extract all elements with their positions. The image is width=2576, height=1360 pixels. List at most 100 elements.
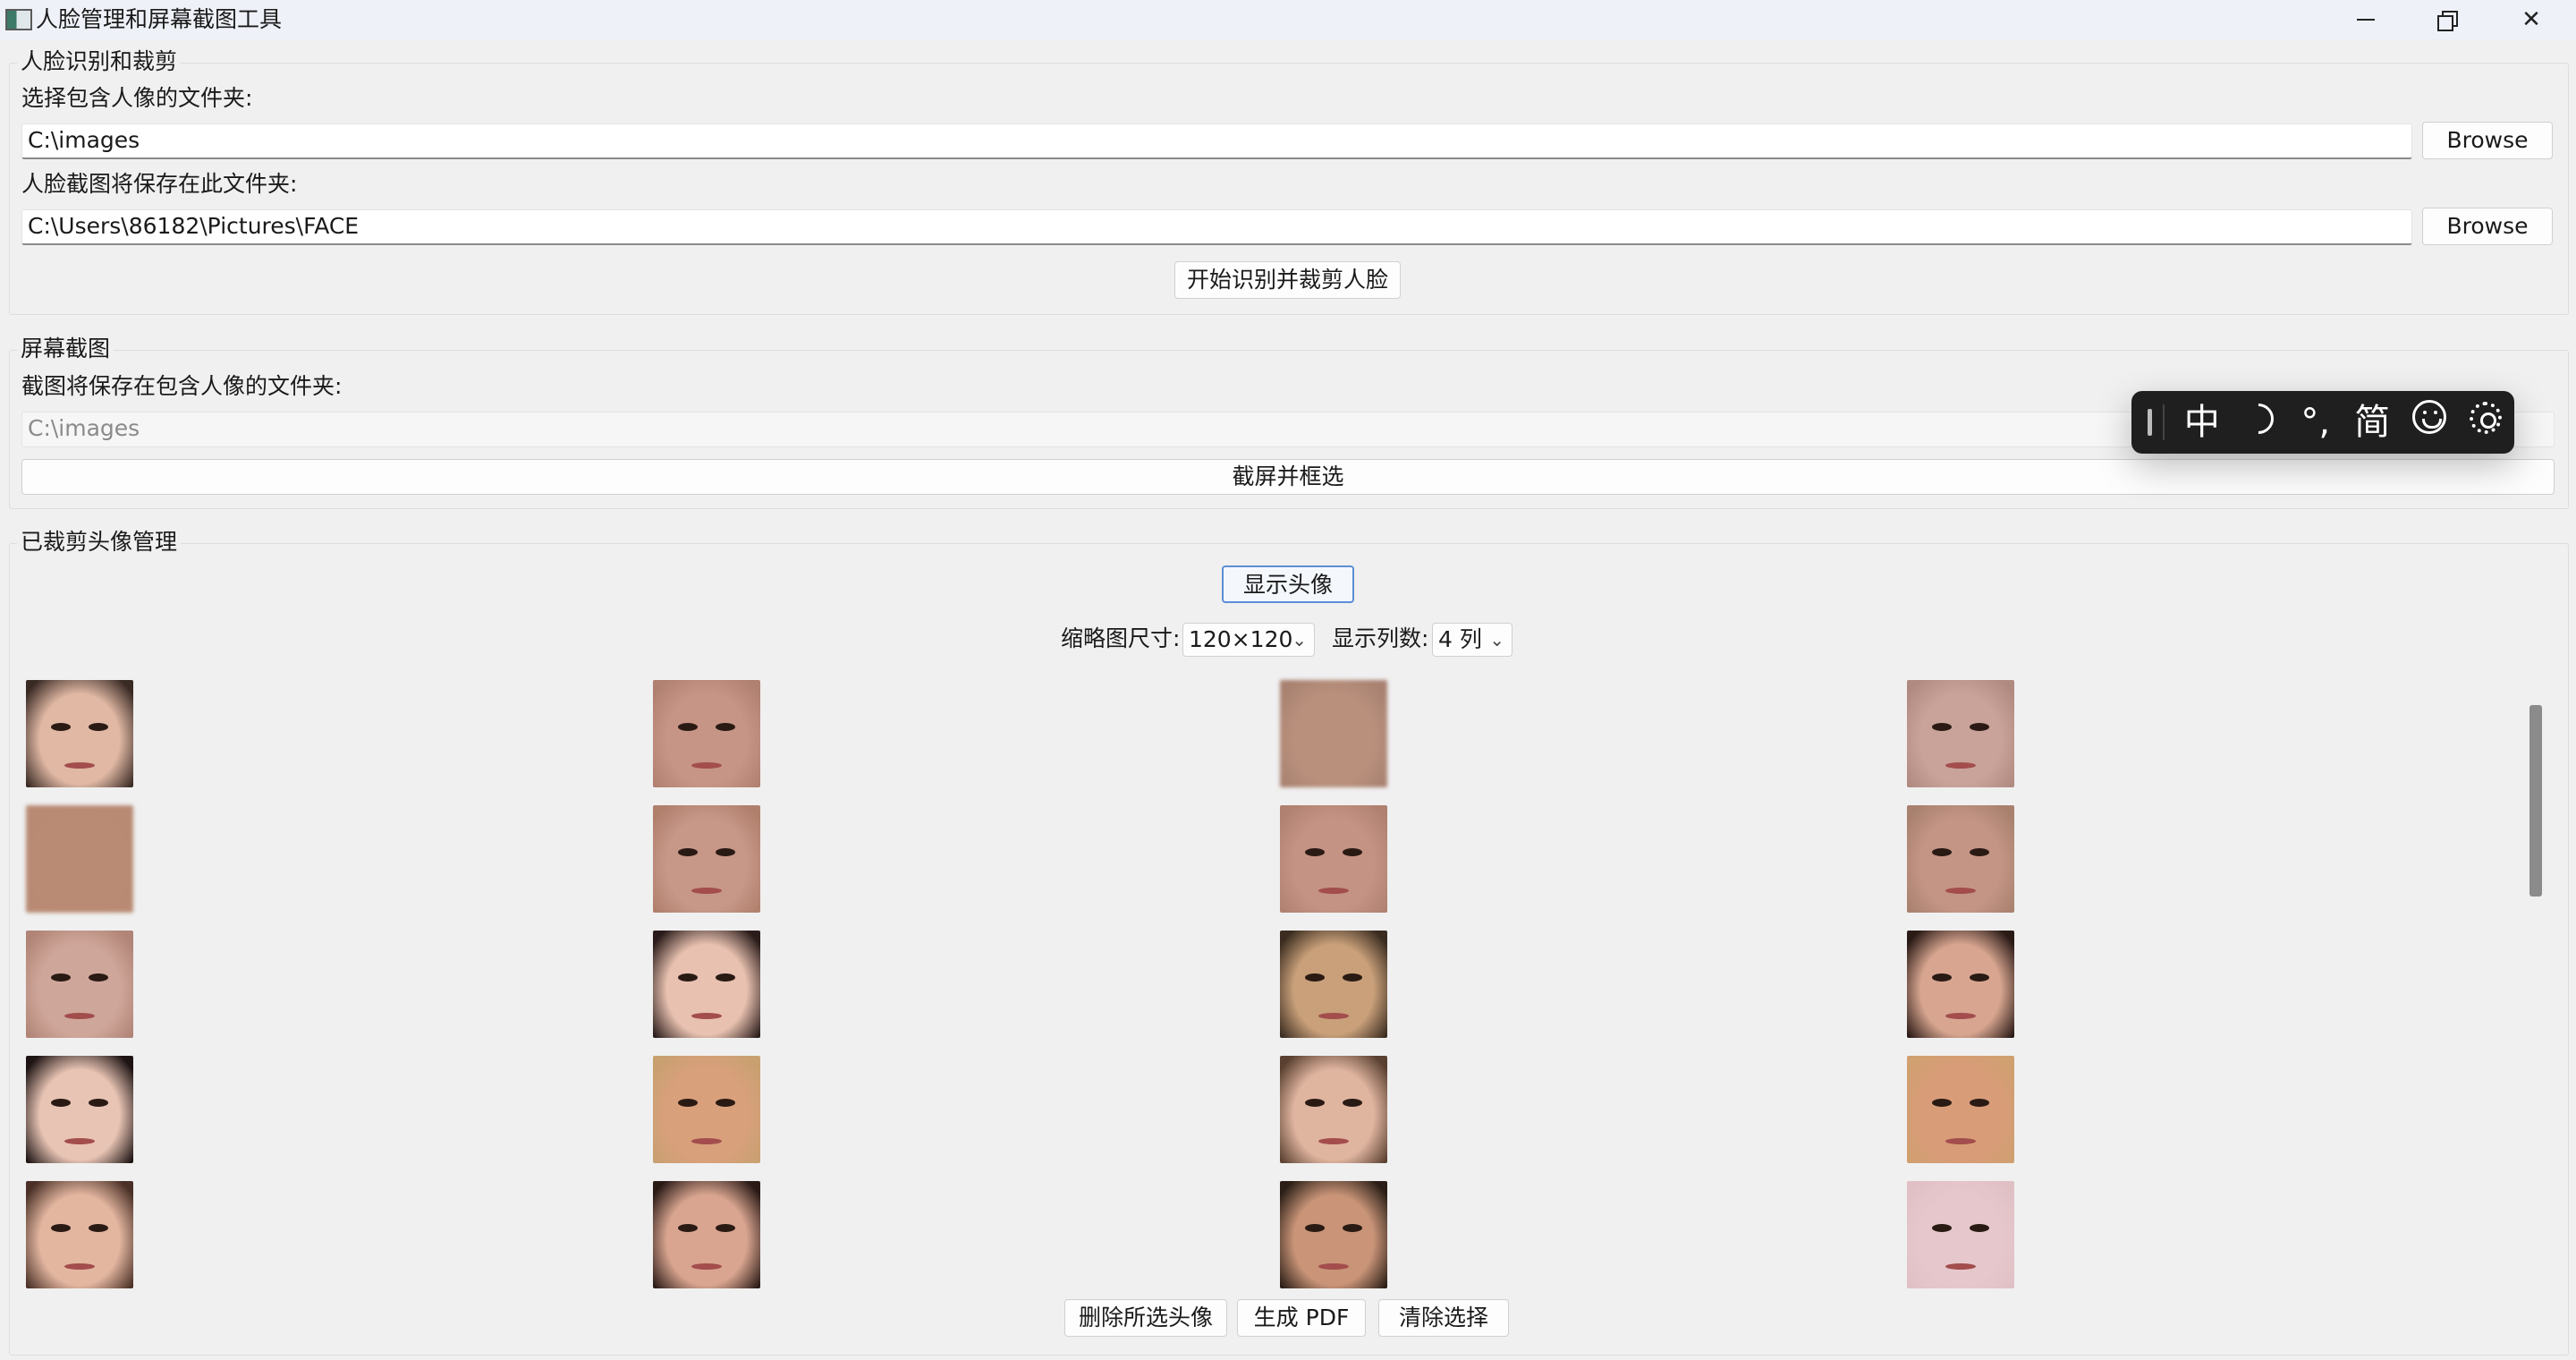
generate-pdf-button[interactable]: 生成 PDF — [1237, 1299, 1366, 1337]
eye-mark — [1970, 848, 1989, 856]
thumb-size-value: 120×120 — [1189, 626, 1293, 652]
avatar-thumbnail[interactable] — [1280, 1056, 1387, 1163]
eye-mark — [716, 1099, 735, 1107]
eye-mark — [678, 848, 698, 856]
eye-mark — [716, 973, 735, 982]
eye-mark — [1305, 1099, 1325, 1107]
eye-mark — [89, 973, 108, 982]
dest-folder-label: 人脸截图将保存在此文件夹: — [21, 171, 298, 197]
eye-mark — [51, 1224, 71, 1232]
source-folder-label: 选择包含人像的文件夹: — [21, 85, 253, 111]
settings-button[interactable] — [2458, 400, 2515, 445]
avatar-thumbnail[interactable] — [1907, 1056, 2014, 1163]
title-bar: 人脸管理和屏幕截图工具 ✕ — [0, 0, 2576, 39]
avatar-thumbnail[interactable] — [1280, 805, 1387, 913]
avatar-thumbnail[interactable] — [26, 931, 133, 1038]
mouth-mark — [1945, 888, 1976, 894]
mouth-mark — [64, 1013, 95, 1019]
mouth-mark — [691, 762, 722, 769]
mouth-mark — [64, 762, 95, 769]
script-toggle[interactable]: 简 — [2344, 400, 2402, 445]
emoji-icon — [2411, 400, 2446, 434]
eye-mark — [678, 973, 698, 982]
avatar-thumbnail[interactable] — [1907, 1181, 2014, 1288]
mouth-mark — [1318, 888, 1349, 894]
avatar-thumbnail[interactable] — [26, 1056, 133, 1163]
eye-mark — [1970, 723, 1989, 731]
avatar-thumbnail[interactable] — [653, 805, 760, 913]
avatar-thumbnail[interactable] — [653, 680, 760, 787]
avatar-thumbnail[interactable] — [653, 1056, 760, 1163]
avatar-thumbnail[interactable] — [26, 1181, 133, 1288]
chevron-down-icon: ⌄ — [1489, 629, 1504, 650]
manager-group-title: 已裁剪头像管理 — [17, 528, 182, 557]
screenshot-group-title: 屏幕截图 — [17, 335, 114, 363]
eye-mark — [1932, 1224, 1952, 1232]
eye-mark — [678, 723, 698, 731]
eye-mark — [1932, 848, 1952, 856]
close-icon: ✕ — [2521, 6, 2541, 33]
ime-mode-toggle[interactable]: 中 — [2174, 400, 2231, 445]
eye-mark — [1305, 848, 1325, 856]
restore-button[interactable] — [2406, 0, 2487, 39]
mouth-mark — [1318, 1263, 1349, 1270]
avatar-thumbnail[interactable] — [1280, 1181, 1387, 1288]
restore-icon — [2437, 11, 2458, 31]
delete-selected-button[interactable]: 删除所选头像 — [1064, 1299, 1227, 1337]
toolbar-divider — [2162, 404, 2165, 440]
emoji-button[interactable] — [2401, 400, 2458, 445]
eye-mark — [89, 1099, 108, 1107]
eye-mark — [716, 848, 735, 856]
eye-mark — [89, 1224, 108, 1232]
eye-mark — [716, 1224, 735, 1232]
avatar-thumbnail[interactable] — [1280, 680, 1387, 787]
eye-mark — [1932, 973, 1952, 982]
avatar-thumbnail[interactable] — [1907, 931, 2014, 1038]
eye-mark — [1305, 973, 1325, 982]
app-icon — [5, 9, 32, 30]
mouth-mark — [691, 1263, 722, 1270]
avatar-thumbnail[interactable] — [1280, 931, 1387, 1038]
avatar-thumbnail[interactable] — [26, 680, 133, 787]
start-crop-button[interactable]: 开始识别并裁剪人脸 — [1174, 261, 1401, 299]
eye-mark — [1343, 848, 1362, 856]
avatar-thumbnail[interactable] — [653, 931, 760, 1038]
moon-icon — [2237, 396, 2281, 441]
eye-mark — [1343, 1099, 1362, 1107]
avatar-thumbnail[interactable] — [1907, 680, 2014, 787]
moon-toggle[interactable] — [2230, 396, 2287, 445]
drag-handle-icon[interactable] — [2148, 409, 2152, 436]
clear-selection-button[interactable]: 清除选择 — [1378, 1299, 1509, 1337]
gear-icon — [2470, 402, 2503, 434]
eye-mark — [1343, 1224, 1362, 1232]
eye-mark — [1932, 1099, 1952, 1107]
face-group-title: 人脸识别和裁剪 — [17, 47, 182, 76]
eye-mark — [1305, 1224, 1325, 1232]
show-avatars-button[interactable]: 显示头像 — [1222, 565, 1354, 603]
avatar-thumbnail[interactable] — [26, 805, 133, 913]
mouth-mark — [1945, 1013, 1976, 1019]
thumb-size-select[interactable]: 120×120 ⌄ — [1182, 623, 1315, 657]
dest-browse-button[interactable]: Browse — [2422, 208, 2553, 245]
mouth-mark — [691, 888, 722, 894]
minimize-button[interactable] — [2326, 0, 2406, 39]
dest-folder-input[interactable]: C:\Users\86182\Pictures\FACE — [21, 209, 2412, 245]
mouth-mark — [1945, 762, 1976, 769]
scrollbar-thumb[interactable] — [2529, 705, 2542, 897]
mouth-mark — [1318, 1138, 1349, 1144]
columns-label: 显示列数: — [1332, 625, 1429, 651]
scrollbar[interactable] — [2528, 680, 2544, 1285]
avatar-thumbnail[interactable] — [653, 1181, 760, 1288]
close-button[interactable]: ✕ — [2491, 0, 2572, 39]
eye-mark — [89, 723, 108, 731]
mouth-mark — [691, 1013, 722, 1019]
source-folder-input[interactable]: C:\images — [21, 123, 2412, 159]
mouth-mark — [1945, 1263, 1976, 1270]
capture-button[interactable]: 截屏并框选 — [21, 459, 2555, 495]
columns-select[interactable]: 4 列 ⌄ — [1432, 623, 1513, 657]
punctuation-toggle[interactable]: °, — [2287, 400, 2344, 445]
avatar-thumbnail[interactable] — [1907, 805, 2014, 913]
eye-mark — [1970, 1224, 1989, 1232]
source-browse-button[interactable]: Browse — [2422, 122, 2553, 159]
screenshot-save-label: 截图将保存在包含人像的文件夹: — [21, 373, 343, 399]
